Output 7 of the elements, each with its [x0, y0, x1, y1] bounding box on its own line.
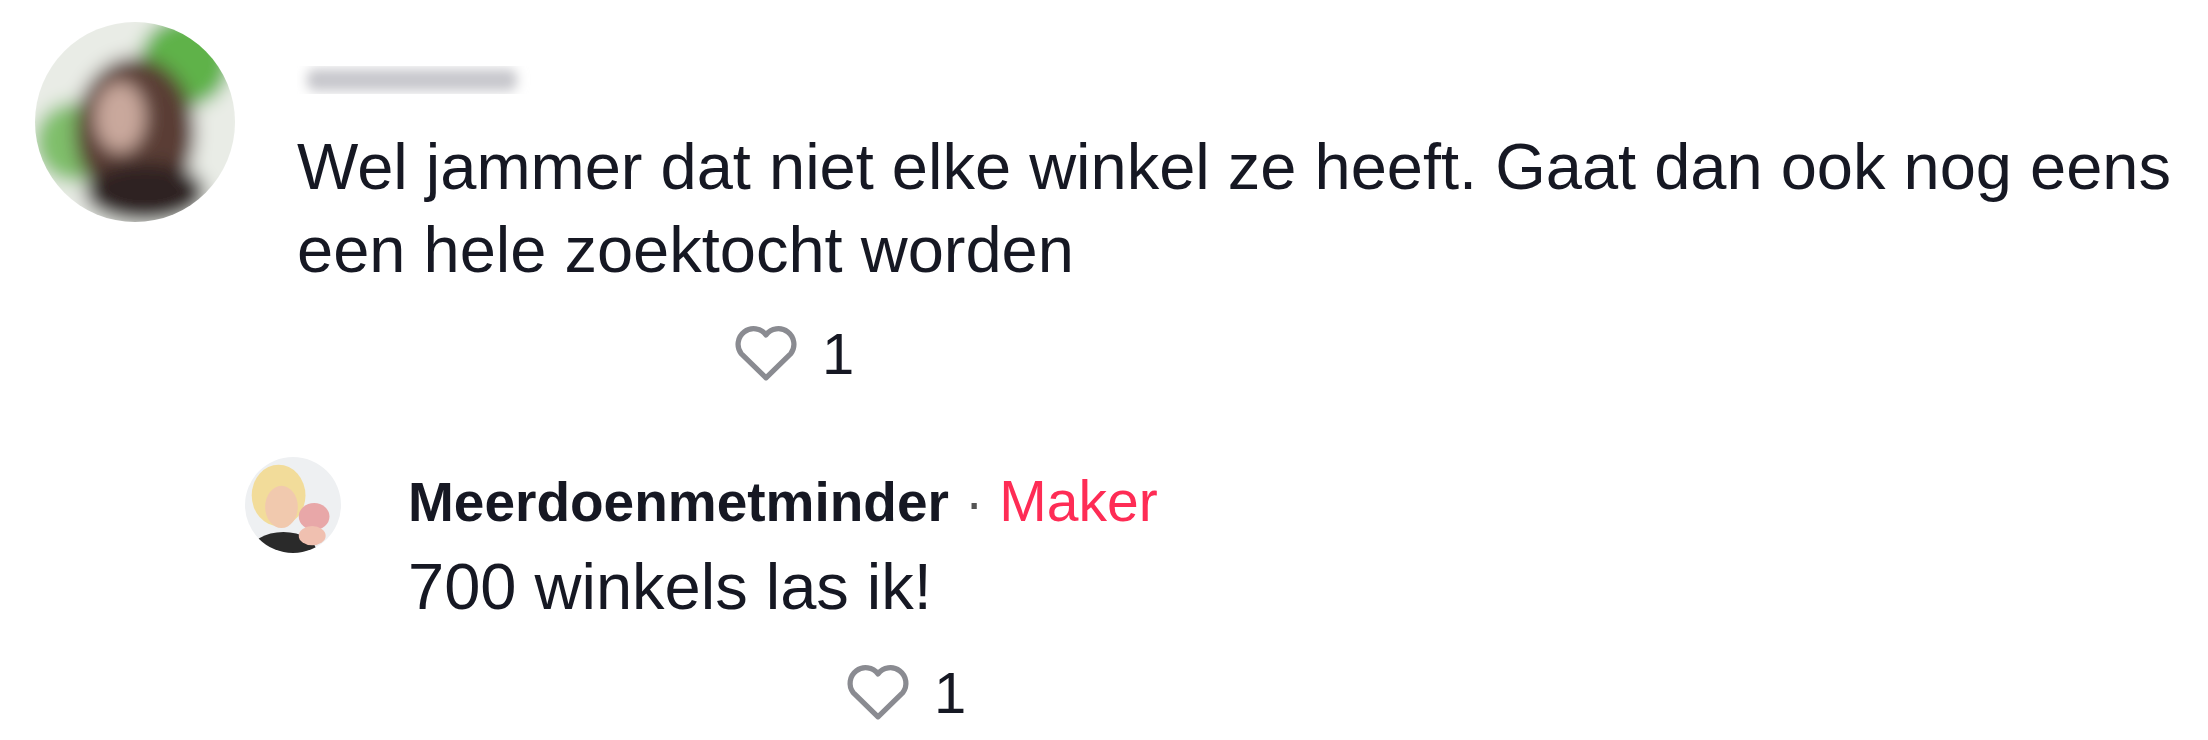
- creator-label: Maker: [999, 468, 1158, 535]
- like-count: 1: [822, 319, 855, 387]
- author-name[interactable]: Meerdoenmetminder: [408, 467, 949, 537]
- like-count: 1: [934, 658, 967, 726]
- comment-text: Wel jammer dat niet elke winkel ze heeft. Gaat dan ook nog eens een hele zoektocht worden: [297, 129, 2172, 288]
- reply-text: 700 winkels las ik!: [408, 549, 933, 625]
- separator: ·: [964, 470, 984, 535]
